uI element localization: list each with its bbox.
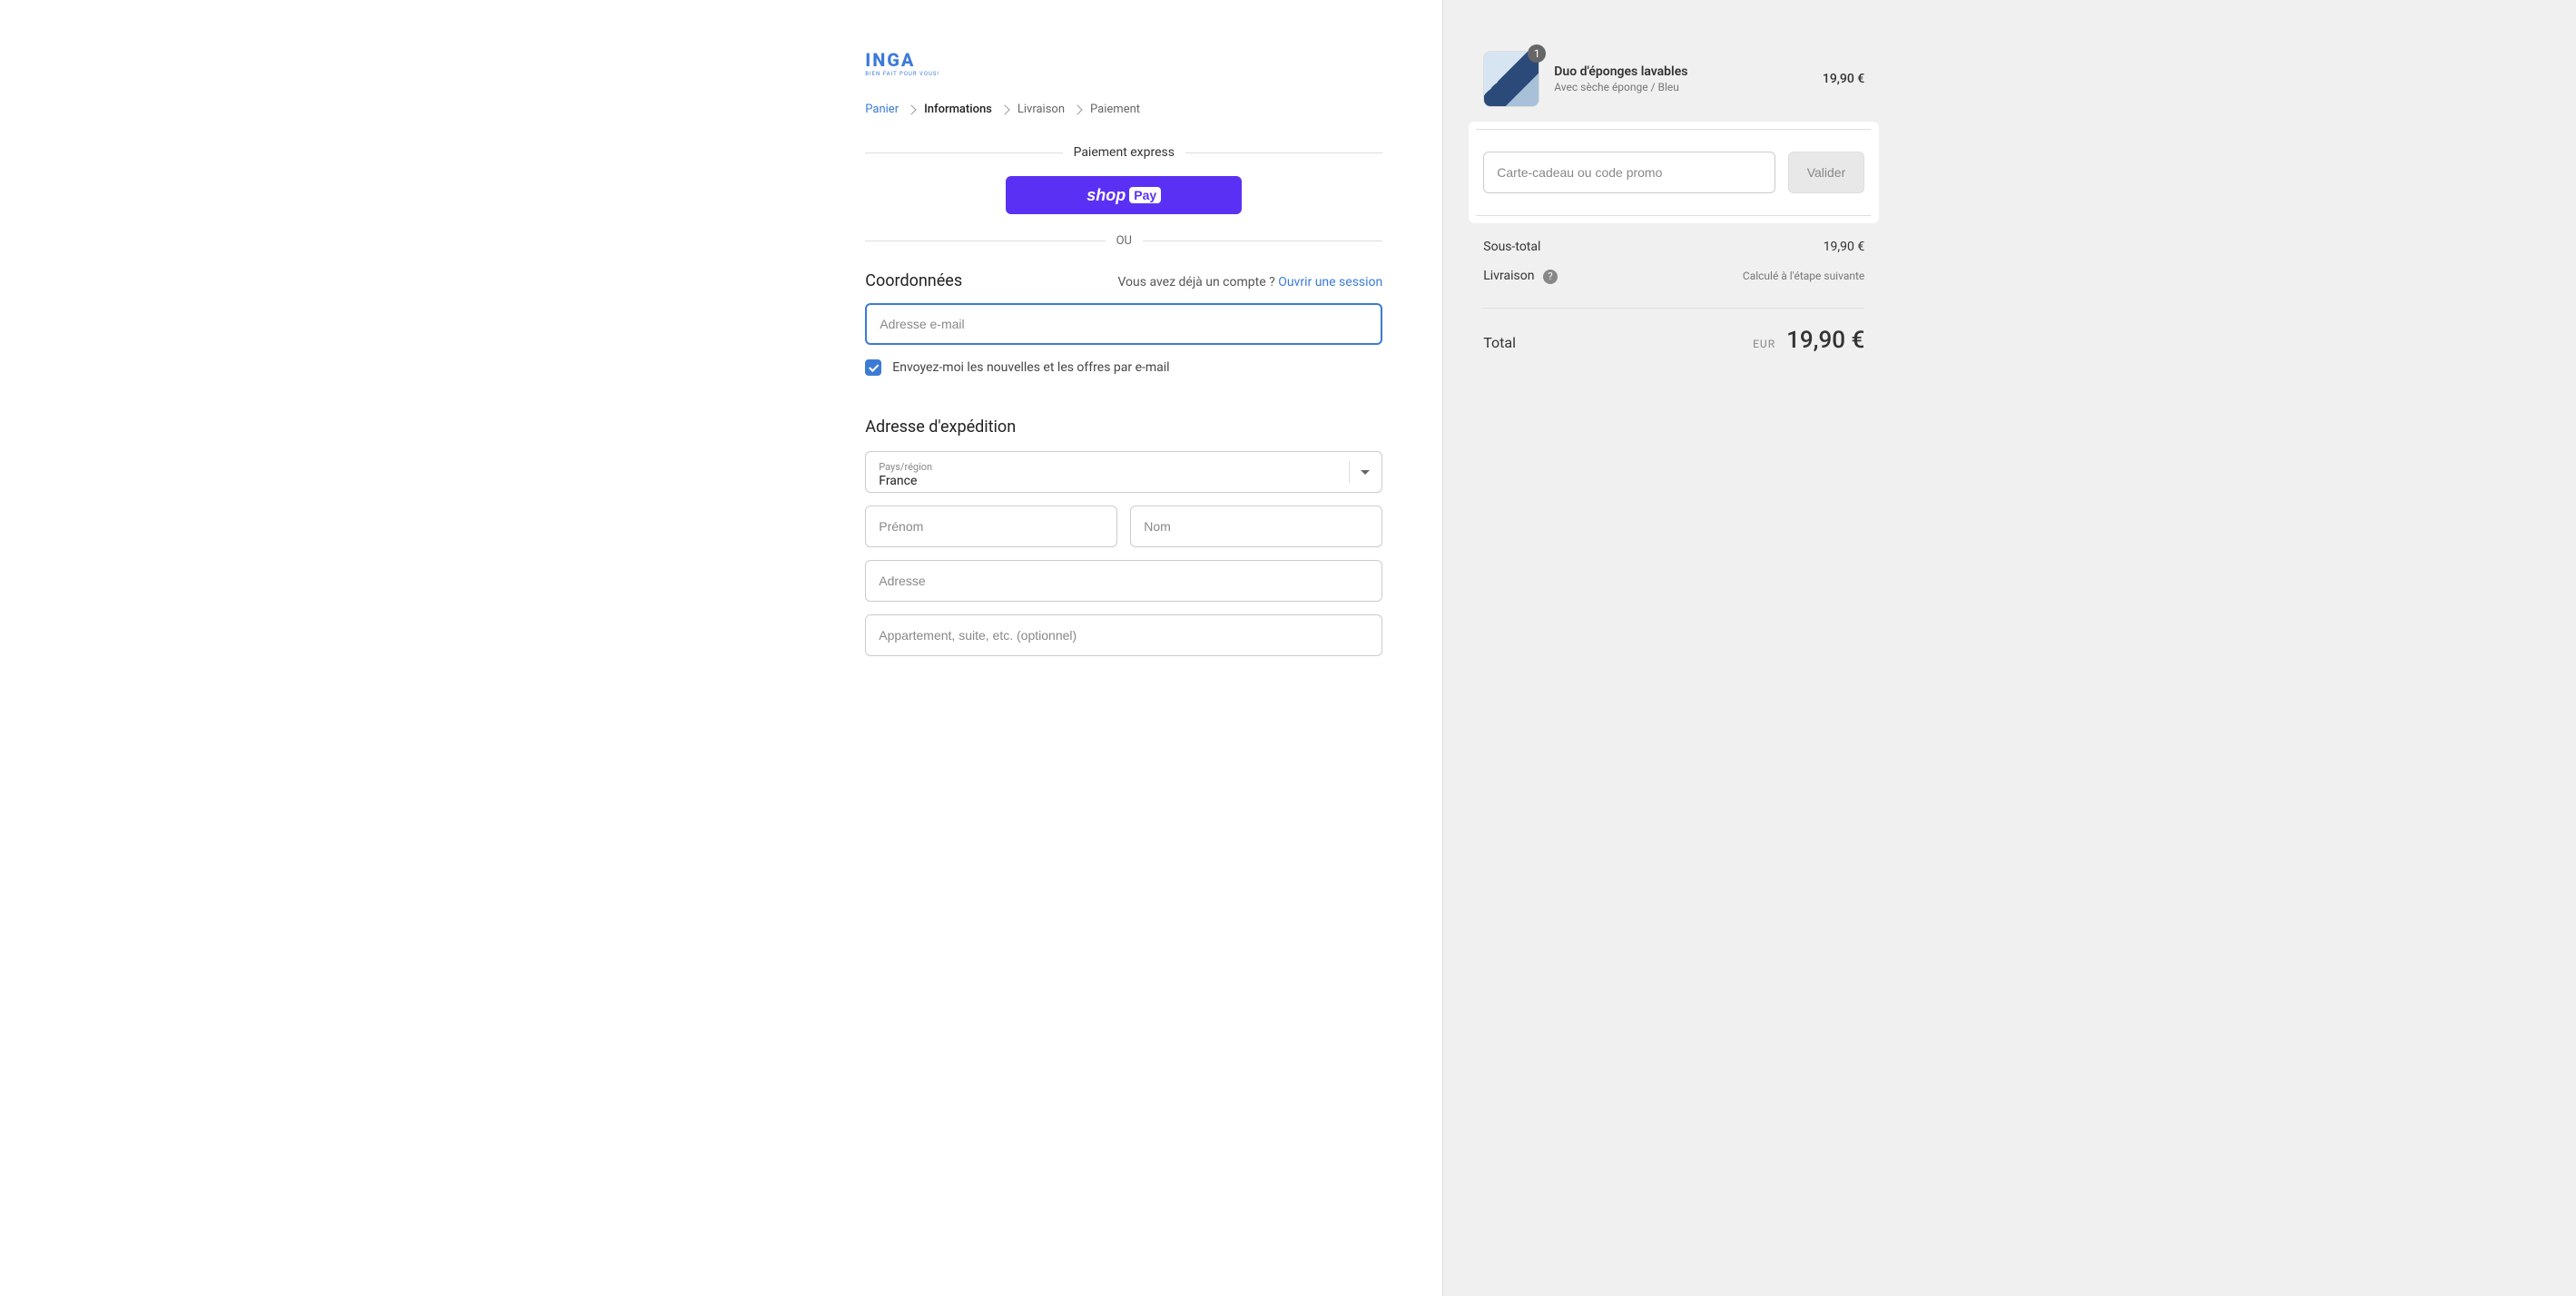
express-checkout-title: Paiement express — [1074, 145, 1175, 160]
lastname-field[interactable] — [1130, 506, 1382, 547]
express-checkout-header: Paiement express — [865, 145, 1382, 160]
or-label: OU — [1116, 234, 1132, 248]
chevron-down-icon — [1349, 461, 1370, 483]
checkmark-icon — [869, 362, 879, 372]
address-field[interactable] — [865, 560, 1382, 602]
breadcrumb-cart[interactable]: Panier — [865, 103, 899, 116]
cart-item-price: 19,90 € — [1823, 72, 1864, 86]
firstname-field[interactable] — [865, 506, 1117, 547]
breadcrumb-payment: Paiement — [1090, 103, 1140, 116]
cart-item-thumbnail: 1 — [1483, 51, 1539, 107]
contact-title: Coordonnées — [865, 271, 962, 290]
total-currency: EUR — [1753, 338, 1775, 350]
cart-item-title: Duo d'éponges lavables — [1554, 64, 1808, 79]
country-label: Pays/région — [879, 461, 1369, 473]
promo-code-input[interactable] — [1483, 152, 1775, 193]
logo-subtext: BIEN FAIT POUR VOUS! — [865, 71, 1382, 77]
address2-field[interactable] — [865, 614, 1382, 656]
cart-item-quantity-badge: 1 — [1528, 44, 1546, 63]
newsletter-label: Envoyez-moi les nouvelles et les offres … — [892, 360, 1169, 375]
login-prompt: Vous avez déjà un compte ? Ouvrir une se… — [1117, 275, 1382, 290]
total-label: Total — [1483, 334, 1516, 351]
logo[interactable]: INGA BIEN FAIT POUR VOUS! — [865, 51, 1382, 77]
chevron-right-icon — [999, 104, 1009, 114]
newsletter-checkbox[interactable] — [865, 359, 881, 376]
total-amount: 19,90 € — [1786, 327, 1864, 354]
breadcrumb-shipping: Livraison — [1018, 103, 1065, 116]
login-link[interactable]: Ouvrir une session — [1278, 275, 1382, 290]
breadcrumb-information: Informations — [924, 103, 992, 116]
subtotal-value: 19,90 € — [1824, 240, 1865, 254]
shipping-label: Livraison ? — [1483, 269, 1558, 284]
help-icon[interactable]: ? — [1543, 270, 1558, 284]
logo-text: INGA — [865, 51, 1382, 69]
country-value: France — [879, 474, 1369, 488]
breadcrumb: Panier Informations Livraison Paiement — [865, 103, 1382, 116]
subtotal-label: Sous-total — [1483, 240, 1540, 254]
chevron-right-icon — [906, 104, 916, 114]
apply-promo-button[interactable]: Valider — [1788, 152, 1865, 193]
shop-pay-button[interactable]: shop Pay — [1006, 176, 1242, 214]
shop-pay-icon: shop Pay — [1086, 186, 1161, 205]
cart-item-variant: Avec sèche éponge / Bleu — [1554, 81, 1808, 93]
country-select[interactable]: Pays/région France — [865, 451, 1382, 493]
shipping-title: Adresse d'expédition — [865, 417, 1382, 437]
or-divider: OU — [865, 234, 1382, 248]
email-field[interactable] — [865, 303, 1382, 345]
shipping-note: Calculé à l'étape suivante — [1743, 270, 1864, 282]
chevron-right-icon — [1072, 104, 1082, 114]
cart-item: 1 Duo d'éponges lavables Avec sèche épon… — [1483, 51, 1864, 129]
